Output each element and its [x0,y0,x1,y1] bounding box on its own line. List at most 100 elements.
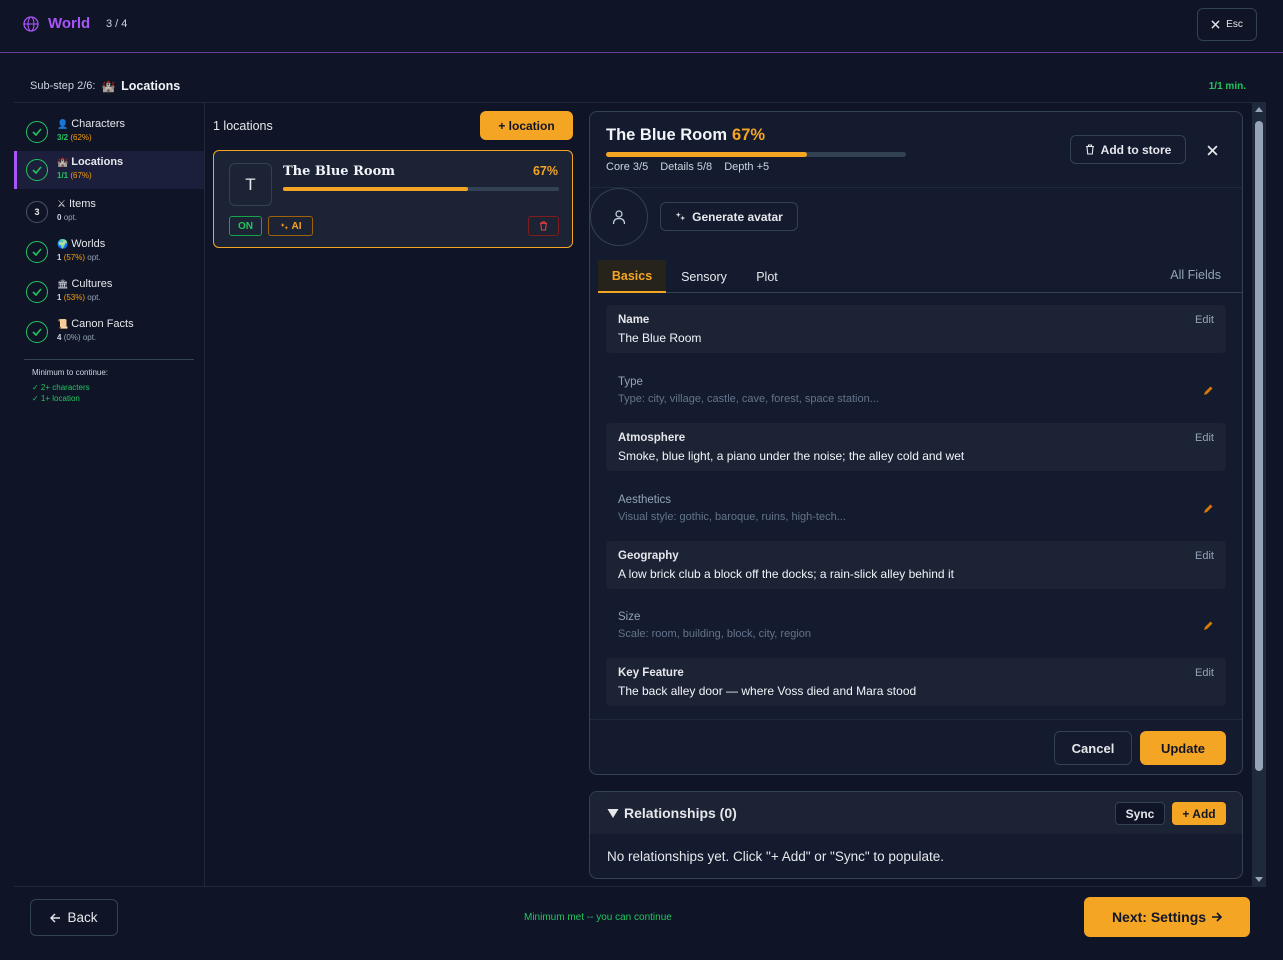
item-count: 1 [57,253,62,262]
location-name: The Blue Room [283,164,395,179]
add-to-store-label: Add to store [1100,142,1172,157]
relationships-title[interactable]: Relationships (0) [607,805,737,821]
relationships-header[interactable]: Relationships (0) Sync + Add [590,792,1242,834]
substep-prefix: Sub-step 2/6: [30,80,96,92]
arrow-right-icon [1212,912,1223,922]
field-value: Smoke, blue light, a piano under the noi… [618,449,965,463]
sync-button[interactable]: Sync [1115,802,1165,825]
minimum-requirements: Minimum to continue: ✓ 2+ characters ✓ 1… [32,368,108,404]
generate-avatar-label: Generate avatar [692,209,783,224]
edit-link[interactable]: Edit [1195,432,1214,444]
pencil-icon[interactable] [1202,503,1214,515]
sidebar-item-canon-facts[interactable]: 📜 Canon Facts 4 (0%) opt. [14,313,204,351]
scroll-down-arrow[interactable] [1255,877,1263,882]
location-avatar: T [229,163,272,206]
divider [14,886,1266,887]
close-panel-button[interactable] [1204,142,1220,158]
sidebar-item-locations[interactable]: 🏰 Locations 1/1 (67%) [14,151,204,189]
cancel-button[interactable]: Cancel [1054,731,1132,765]
sidebar-item-items[interactable]: 3 ⚔ Items 0 opt. [14,193,204,231]
field-label: Name [618,314,650,326]
field-key-feature[interactable]: Key Feature The back alley door — where … [606,658,1226,706]
relationships-label: Relationships (0) [624,805,737,821]
sidebar-item-label: Worlds [71,238,106,250]
tab-plot[interactable]: Plot [742,260,792,293]
check-icon [26,321,48,343]
item-suffix: opt. [87,253,101,262]
sidebar-item-worlds[interactable]: 🌍 Worlds 1 (57%) opt. [14,233,204,271]
trash-icon [539,221,548,231]
sidebar-item-label: Characters [71,118,126,130]
field-name[interactable]: Name The Blue Room Edit [606,305,1226,353]
back-button[interactable]: Back [30,899,118,936]
minimum-title: Minimum to continue: [32,368,109,377]
next-label: Next: Settings [1111,909,1207,925]
item-pct: (0%) [63,333,81,342]
esc-button[interactable]: Esc [1197,8,1257,41]
edit-link[interactable]: Edit [1195,314,1214,326]
field-type[interactable]: Type Type: city, village, castle, cave, … [606,367,1226,415]
item-pct: (57%) [63,253,86,262]
stat-details: Details 5/8 [660,161,713,173]
detail-tabs: Basics Sensory Plot All Fields [598,260,1242,293]
update-button[interactable]: Update [1140,731,1226,765]
field-atmosphere[interactable]: Atmosphere Smoke, blue light, a piano un… [606,423,1226,471]
field-geography[interactable]: Geography A low brick club a block off t… [606,541,1226,589]
earth-icon: 🌍 [57,238,69,249]
sidebar-item-label: Items [68,198,96,210]
castle-icon: 🏰 [57,156,69,167]
avatar-placeholder[interactable] [590,188,648,246]
item-pct: (62%) [70,133,92,142]
location-count: 1 locations [213,119,273,133]
location-card[interactable]: T The Blue Room 67% ON AI [213,150,573,248]
add-location-button[interactable]: + location [480,111,573,140]
edit-link[interactable]: Edit [1195,667,1214,679]
requirement: ✓ 1+ location [32,394,80,403]
item-pct: (53%) [63,293,86,302]
check-icon [26,159,48,181]
field-label: Atmosphere [618,432,686,444]
swords-icon: ⚔ [57,198,66,210]
divider [590,719,1242,720]
tab-sensory[interactable]: Sensory [666,260,742,293]
location-pct: 67% [532,164,558,178]
generate-avatar-button[interactable]: Generate avatar [660,202,798,231]
sidebar-item-label: Canon Facts [71,318,134,330]
globe-icon [23,16,39,32]
step-number: 3 [26,201,48,223]
sidebar-item-cultures[interactable]: 🏛 Cultures 1 (53%) opt. [14,273,204,311]
field-label: Aesthetics [618,494,672,506]
check-icon [26,281,48,303]
detail-stats: Core 3/5 Details 5/8 Depth +5 [606,161,769,173]
add-to-store-button[interactable]: Add to store [1070,135,1186,164]
triangle-down-icon [607,808,619,818]
scrollbar[interactable] [1252,103,1266,886]
field-size[interactable]: Size Scale: room, building, block, city,… [606,602,1226,650]
divider [590,187,1242,188]
on-toggle[interactable]: ON [229,216,262,236]
pencil-icon[interactable] [1202,385,1214,397]
substep-title: Locations [121,79,181,93]
step-counter: 3 / 4 [106,18,128,30]
edit-link[interactable]: Edit [1195,550,1214,562]
stat-core: Core 3/5 [606,161,649,173]
field-value: The back alley door — where Voss died an… [618,684,917,698]
tab-basics[interactable]: Basics [598,260,666,293]
sidebar-item-characters[interactable]: 👤 Characters 3/2 (62%) [14,113,204,151]
delete-button[interactable] [528,216,559,236]
pencil-icon[interactable] [1202,620,1214,632]
field-placeholder: Scale: room, building, block, city, regi… [618,628,811,640]
next-button[interactable]: Next: Settings [1084,897,1250,937]
add-relationship-button[interactable]: + Add [1172,802,1226,825]
scroll-thumb[interactable] [1255,121,1263,771]
user-icon [612,210,626,225]
detail-name: The Blue Room [606,126,728,144]
item-count: 0 [57,213,62,222]
field-aesthetics[interactable]: Aesthetics Visual style: gothic, baroque… [606,485,1226,533]
temple-icon: 🏛 [57,278,69,289]
all-fields-link[interactable]: All Fields [1170,268,1221,282]
ai-button[interactable]: AI [268,216,313,236]
scroll-up-arrow[interactable] [1255,107,1263,112]
field-value: The Blue Room [618,331,702,345]
field-label: Size [618,611,641,623]
